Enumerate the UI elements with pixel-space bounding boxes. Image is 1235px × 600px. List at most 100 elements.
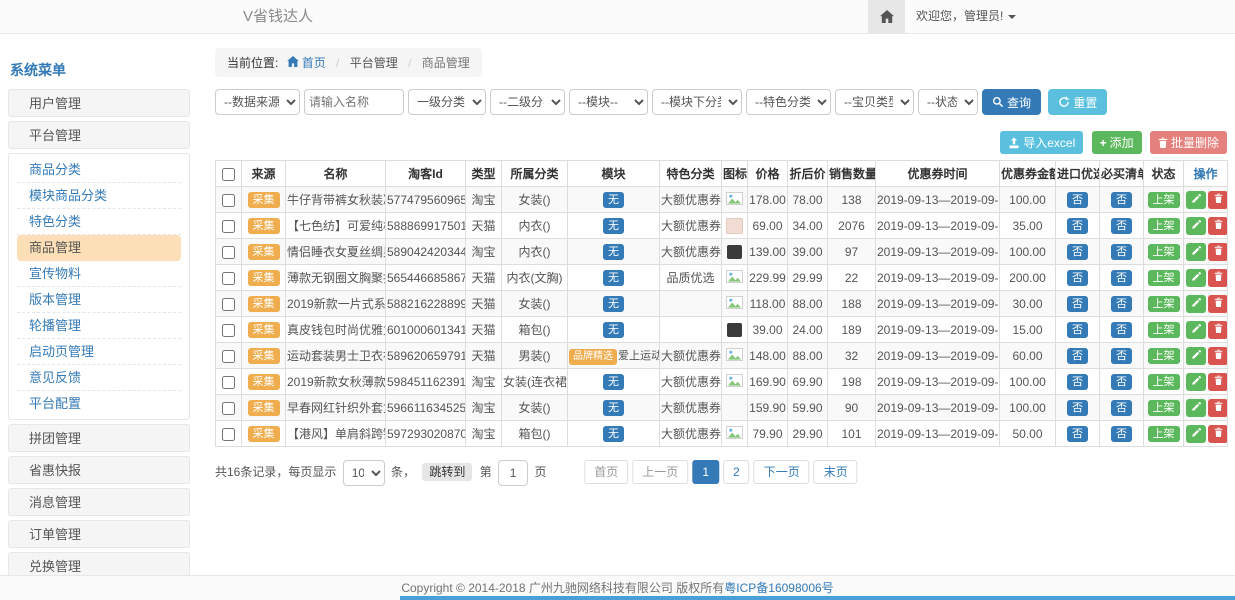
sidebar-subitem[interactable]: 宣传物料 <box>17 261 181 287</box>
reset-button[interactable]: 重置 <box>1048 89 1107 115</box>
sidebar-subitem[interactable]: 意见反馈 <box>17 365 181 391</box>
edit-button[interactable] <box>1186 347 1206 365</box>
row-checkbox[interactable] <box>222 194 235 207</box>
import-select-badge[interactable]: 否 <box>1067 270 1088 286</box>
status-badge[interactable]: 上架 <box>1148 270 1180 286</box>
delete-button[interactable] <box>1208 243 1228 261</box>
edit-button[interactable] <box>1186 425 1206 443</box>
must-buy-badge[interactable]: 否 <box>1111 218 1132 234</box>
row-checkbox[interactable] <box>222 428 235 441</box>
page-button[interactable]: 2 <box>723 460 750 484</box>
must-buy-badge[interactable]: 否 <box>1111 296 1132 312</box>
edit-button[interactable] <box>1186 321 1206 339</box>
sidebar-group[interactable]: 订单管理 <box>8 520 190 548</box>
edit-button[interactable] <box>1186 217 1206 235</box>
delete-button[interactable] <box>1208 347 1228 365</box>
sidebar-group-platform[interactable]: 平台管理 <box>8 121 190 149</box>
filter-select[interactable]: --状态-- <box>918 89 978 115</box>
status-badge[interactable]: 上架 <box>1148 244 1180 260</box>
batch-delete-button[interactable]: 批量删除 <box>1150 131 1227 154</box>
search-button[interactable]: 查询 <box>982 89 1041 115</box>
row-checkbox[interactable] <box>222 350 235 363</box>
sidebar-subitem[interactable]: 模块商品分类 <box>17 183 181 209</box>
import-select-badge[interactable]: 否 <box>1067 296 1088 312</box>
status-badge[interactable]: 上架 <box>1148 296 1180 312</box>
must-buy-badge[interactable]: 否 <box>1111 244 1132 260</box>
sidebar-subitem[interactable]: 版本管理 <box>17 287 181 313</box>
delete-button[interactable] <box>1208 269 1228 287</box>
breadcrumb-home-link[interactable]: 首页 <box>302 56 326 70</box>
delete-button[interactable] <box>1208 321 1228 339</box>
filter-select[interactable]: --模块下分类-- <box>652 89 742 115</box>
must-buy-badge[interactable]: 否 <box>1111 192 1132 208</box>
sidebar-group[interactable]: 省惠快报 <box>8 456 190 484</box>
status-badge[interactable]: 上架 <box>1148 322 1180 338</box>
name-search-input[interactable] <box>304 89 404 115</box>
row-checkbox[interactable] <box>222 220 235 233</box>
sidebar-subitem[interactable]: 启动页管理 <box>17 339 181 365</box>
row-checkbox[interactable] <box>222 246 235 259</box>
status-badge[interactable]: 上架 <box>1148 348 1180 364</box>
sidebar-subitem[interactable]: 特色分类 <box>17 209 181 235</box>
import-select-badge[interactable]: 否 <box>1067 374 1088 390</box>
status-badge[interactable]: 上架 <box>1148 374 1180 390</box>
sidebar-subitem[interactable]: 轮播管理 <box>17 313 181 339</box>
delete-button[interactable] <box>1208 295 1228 313</box>
delete-button[interactable] <box>1208 191 1228 209</box>
import-select-badge[interactable]: 否 <box>1067 400 1088 416</box>
delete-button[interactable] <box>1208 373 1228 391</box>
import-select-badge[interactable]: 否 <box>1067 218 1088 234</box>
row-checkbox[interactable] <box>222 324 235 337</box>
edit-button[interactable] <box>1186 243 1206 261</box>
status-badge[interactable]: 上架 <box>1148 400 1180 416</box>
row-checkbox[interactable] <box>222 376 235 389</box>
filter-select[interactable]: --特色分类-- <box>746 89 831 115</box>
filter-select[interactable]: --模块-- <box>569 89 648 115</box>
user-menu[interactable]: 欢迎您，管理员! <box>916 0 1016 33</box>
filter-select[interactable]: 一级分类 <box>408 89 486 115</box>
filter-select[interactable]: --二级分类-- <box>490 89 565 115</box>
per-page-select[interactable]: 10 <box>343 460 385 486</box>
row-checkbox[interactable] <box>222 272 235 285</box>
row-checkbox[interactable] <box>222 298 235 311</box>
edit-button[interactable] <box>1186 191 1206 209</box>
page-button[interactable]: 末页 <box>814 460 858 484</box>
edit-button[interactable] <box>1186 399 1206 417</box>
page-button[interactable]: 下一页 <box>754 460 810 484</box>
import-select-badge[interactable]: 否 <box>1067 348 1088 364</box>
page-button[interactable]: 1 <box>692 460 719 484</box>
sidebar-subitem[interactable]: 商品分类 <box>17 157 181 183</box>
delete-button[interactable] <box>1208 425 1228 443</box>
status-badge[interactable]: 上架 <box>1148 218 1180 234</box>
filter-select[interactable]: --数据来源-- <box>215 89 300 115</box>
import-select-badge[interactable]: 否 <box>1067 192 1088 208</box>
row-checkbox[interactable] <box>222 402 235 415</box>
sidebar-subitem[interactable]: 平台配置 <box>17 391 181 416</box>
filter-select[interactable]: --宝贝类型-- <box>835 89 914 115</box>
sidebar-group[interactable]: 拼团管理 <box>8 424 190 452</box>
import-select-badge[interactable]: 否 <box>1067 426 1088 442</box>
must-buy-badge[interactable]: 否 <box>1111 426 1132 442</box>
jump-page-input[interactable] <box>498 460 528 486</box>
edit-button[interactable] <box>1186 269 1206 287</box>
must-buy-badge[interactable]: 否 <box>1111 348 1132 364</box>
must-buy-badge[interactable]: 否 <box>1111 374 1132 390</box>
status-badge[interactable]: 上架 <box>1148 192 1180 208</box>
select-all-checkbox[interactable] <box>222 168 235 181</box>
horizontal-scrollbar[interactable] <box>400 596 1235 600</box>
edit-button[interactable] <box>1186 295 1206 313</box>
home-button[interactable] <box>868 0 905 33</box>
delete-button[interactable] <box>1208 217 1228 235</box>
must-buy-badge[interactable]: 否 <box>1111 322 1132 338</box>
import-select-badge[interactable]: 否 <box>1067 244 1088 260</box>
delete-button[interactable] <box>1208 399 1228 417</box>
import-select-badge[interactable]: 否 <box>1067 322 1088 338</box>
import-excel-button[interactable]: 导入excel <box>1000 131 1083 154</box>
sidebar-group[interactable]: 消息管理 <box>8 488 190 516</box>
must-buy-badge[interactable]: 否 <box>1111 400 1132 416</box>
status-badge[interactable]: 上架 <box>1148 426 1180 442</box>
add-button[interactable]: +添加 <box>1092 131 1142 154</box>
edit-button[interactable] <box>1186 373 1206 391</box>
jump-button[interactable]: 跳转到 <box>422 463 472 481</box>
must-buy-badge[interactable]: 否 <box>1111 270 1132 286</box>
